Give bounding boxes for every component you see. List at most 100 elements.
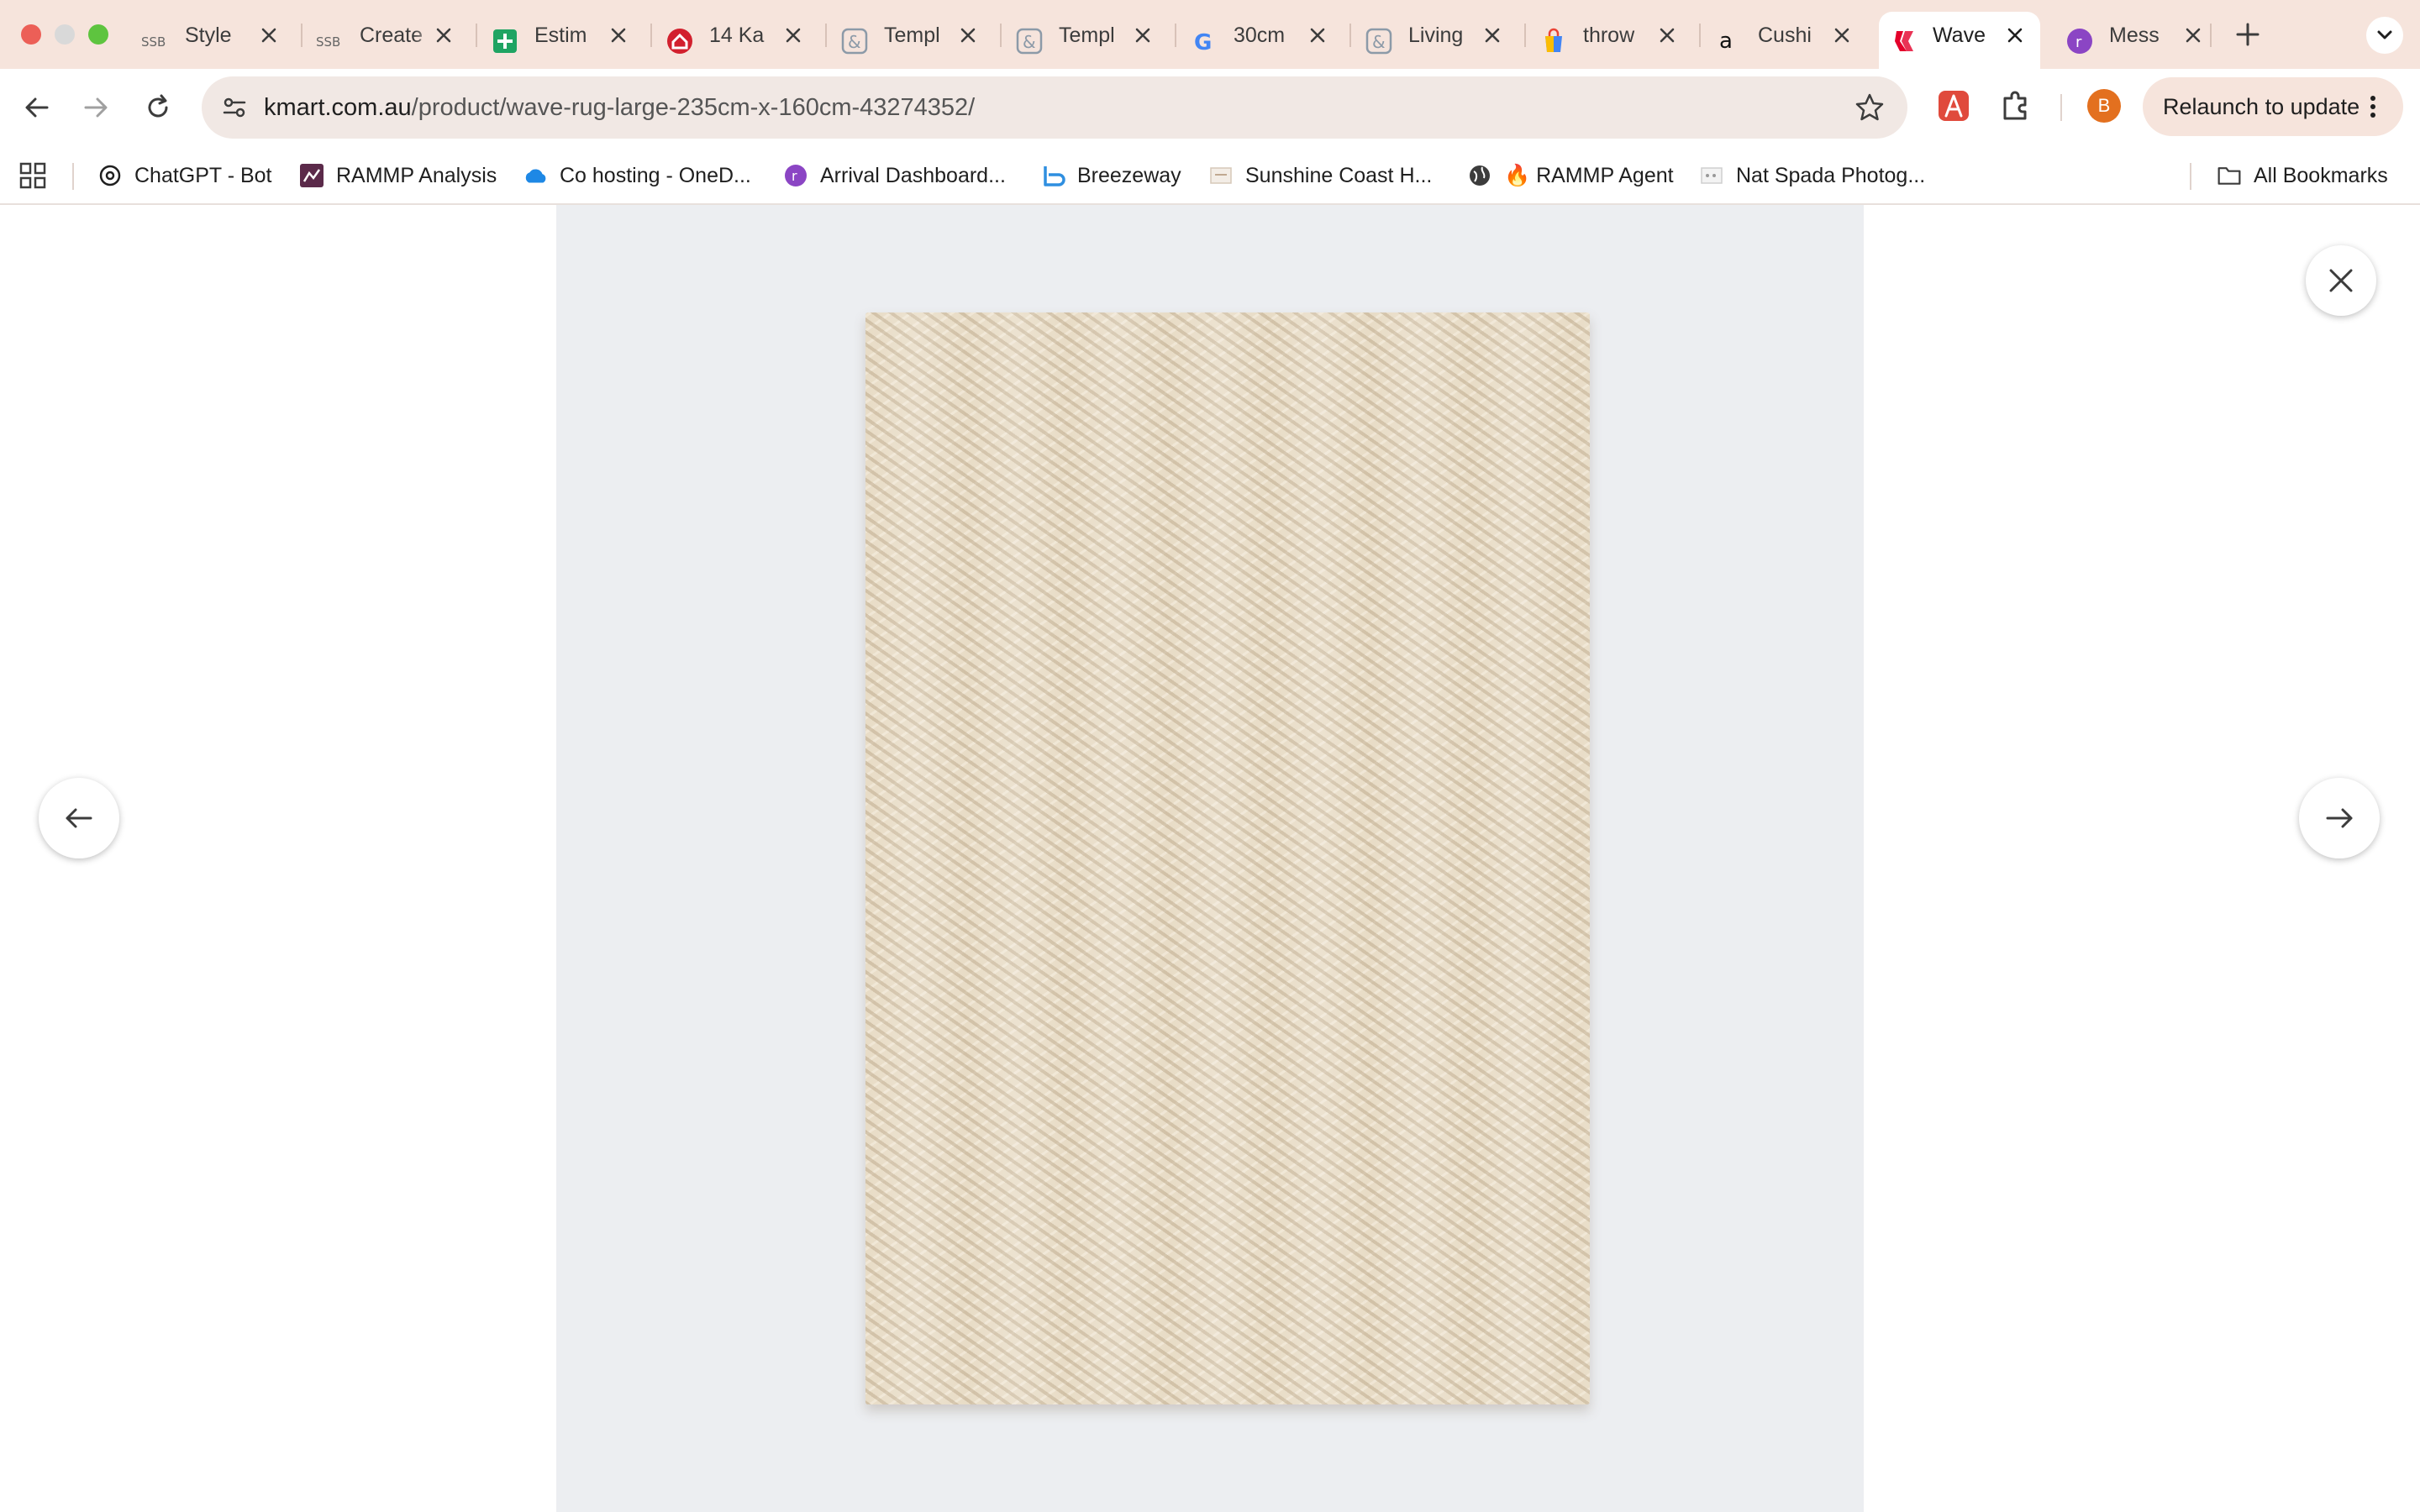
reload-button[interactable] — [138, 87, 178, 128]
svg-text:&: & — [1372, 32, 1386, 52]
tab-separator — [301, 24, 302, 47]
tab-living[interactable]: & Living — [1365, 12, 1539, 69]
messenger-icon: r — [2065, 27, 2094, 55]
svg-text:SSB: SSB — [316, 34, 340, 50]
bookmark-rammp-agent[interactable]: 🔥 RAMMP Agent — [1467, 155, 1674, 197]
adobe-acrobat-icon[interactable] — [1936, 88, 1971, 123]
close-tab-icon[interactable] — [607, 24, 630, 47]
close-tab-icon[interactable] — [1131, 24, 1155, 47]
tab-throw[interactable]: throw — [1539, 12, 1714, 69]
tab-title: throw — [1583, 24, 1635, 47]
sheets-icon — [491, 27, 519, 55]
tab-estim[interactable]: Estim — [491, 12, 666, 69]
tab-create[interactable]: SSB Create — [316, 12, 491, 69]
close-tab-icon[interactable] — [1481, 24, 1504, 47]
tab-templ-2[interactable]: & Templ — [1015, 12, 1190, 69]
tab-separator — [1175, 24, 1176, 47]
tab-separator — [476, 24, 477, 47]
url-path: /product/wave-rug-large-235cm-x-160cm-43… — [411, 94, 976, 121]
svg-text:r: r — [792, 168, 797, 184]
svg-text:r: r — [2075, 34, 2082, 51]
back-arrow-icon — [25, 97, 49, 118]
bookmark-nat-spada[interactable]: Nat Spada Photog... — [1699, 155, 1925, 197]
tab-strip: SSB Style SSB Create Estim 14 Ka & Templ… — [0, 0, 2420, 69]
product-image-lightbox — [0, 205, 2420, 1512]
forward-arrow-icon — [84, 97, 108, 118]
close-tab-icon[interactable] — [1306, 24, 1329, 47]
tab-title: 30cm — [1234, 24, 1286, 47]
ampersand-icon: & — [1015, 27, 1044, 55]
chevron-down-icon — [2377, 30, 2392, 39]
ampersand-icon: & — [840, 27, 869, 55]
close-tab-icon[interactable] — [2181, 24, 2205, 47]
tab-title: Templ — [884, 24, 940, 47]
page-icon — [1208, 163, 1234, 188]
tab-separator — [1699, 24, 1701, 47]
bookmark-chatgpt[interactable]: ChatGPT - Bot — [97, 155, 272, 197]
new-tab-icon[interactable] — [2233, 20, 2262, 49]
back-button[interactable] — [17, 87, 57, 128]
bookmarks-bar: ChatGPT - Bot RAMMP Analysis Co hosting … — [0, 146, 2420, 205]
close-tab-icon[interactable] — [2003, 24, 2027, 47]
reload-icon — [148, 94, 168, 118]
window-minimize-button[interactable] — [55, 24, 75, 45]
tab-wave-active[interactable]: Wave — [1879, 12, 2040, 69]
close-tab-icon[interactable] — [1655, 24, 1679, 47]
window-close-button[interactable] — [21, 24, 41, 45]
all-bookmarks-button[interactable]: All Bookmarks — [2217, 155, 2388, 197]
bookmark-star-icon[interactable] — [1854, 92, 1886, 123]
tab-cushi[interactable]: a Cushi — [1714, 12, 1889, 69]
close-tab-icon[interactable] — [781, 24, 805, 47]
site-info-icon[interactable] — [220, 93, 249, 122]
bookmark-co-hosting[interactable]: Co hosting - OneD... — [523, 155, 751, 197]
bookmark-label: ChatGPT - Bot — [134, 163, 272, 187]
next-image-button[interactable] — [2299, 778, 2380, 858]
close-tab-icon[interactable] — [257, 24, 281, 47]
tab-title: Living — [1408, 24, 1464, 47]
close-tab-icon[interactable] — [1830, 24, 1854, 47]
tab-separator — [2210, 24, 2212, 47]
tab-search-button[interactable] — [2366, 17, 2403, 54]
tab-separator — [650, 24, 652, 47]
openai-icon — [97, 163, 123, 188]
forward-button[interactable] — [76, 87, 116, 128]
address-bar[interactable]: kmart.com.au/product/wave-rug-large-235c… — [202, 76, 1907, 139]
apps-grid-icon[interactable] — [18, 161, 47, 190]
tab-title: Create — [360, 24, 424, 47]
tab-title: Wave — [1933, 24, 1986, 47]
bookmark-label: Sunshine Coast H... — [1245, 163, 1433, 187]
svg-text:a: a — [1719, 29, 1733, 54]
profile-avatar[interactable]: B — [2087, 89, 2121, 123]
tab-style[interactable]: SSB Style — [141, 12, 316, 69]
toolbar-separator — [2060, 94, 2062, 121]
tab-30cm[interactable]: G 30cm — [1190, 12, 1365, 69]
tab-14-ka[interactable]: 14 Ka — [666, 12, 840, 69]
arrow-right-icon — [2326, 808, 2353, 828]
relaunch-to-update-button[interactable]: Relaunch to update — [2143, 77, 2403, 136]
google-icon: G — [1190, 27, 1218, 55]
url-domain: kmart.com.au — [264, 94, 412, 121]
extensions-puzzle-icon[interactable] — [1998, 88, 2033, 123]
bookmark-label: Co hosting - OneD... — [560, 163, 751, 187]
folder-icon — [2217, 163, 2242, 188]
bookmark-sunshine-coast[interactable]: Sunshine Coast H... — [1208, 155, 1432, 197]
page-icon — [1699, 163, 1724, 188]
close-lightbox-button[interactable] — [2306, 245, 2376, 316]
globe-icon — [1467, 163, 1492, 188]
bookmark-rammp-analysis[interactable]: RAMMP Analysis — [299, 155, 497, 197]
svg-text:&: & — [848, 32, 861, 52]
bookmark-arrival-dashboard[interactable]: r Arrival Dashboard... — [783, 155, 1006, 197]
bookmark-label: RAMMP Analysis — [336, 163, 497, 187]
window-maximize-button[interactable] — [88, 24, 108, 45]
close-icon — [2329, 269, 2353, 292]
tab-mess[interactable]: r Mess — [2065, 12, 2240, 69]
bookmark-label: Breezeway — [1077, 163, 1181, 187]
previous-image-button[interactable] — [39, 778, 119, 858]
chart-icon — [299, 163, 324, 188]
close-tab-icon[interactable] — [956, 24, 980, 47]
close-tab-icon[interactable] — [432, 24, 455, 47]
tab-templ-1[interactable]: & Templ — [840, 12, 1015, 69]
bookmark-breezeway[interactable]: Breezeway — [1040, 155, 1181, 197]
arrow-left-icon — [66, 808, 92, 828]
more-menu-icon — [2370, 96, 2375, 118]
